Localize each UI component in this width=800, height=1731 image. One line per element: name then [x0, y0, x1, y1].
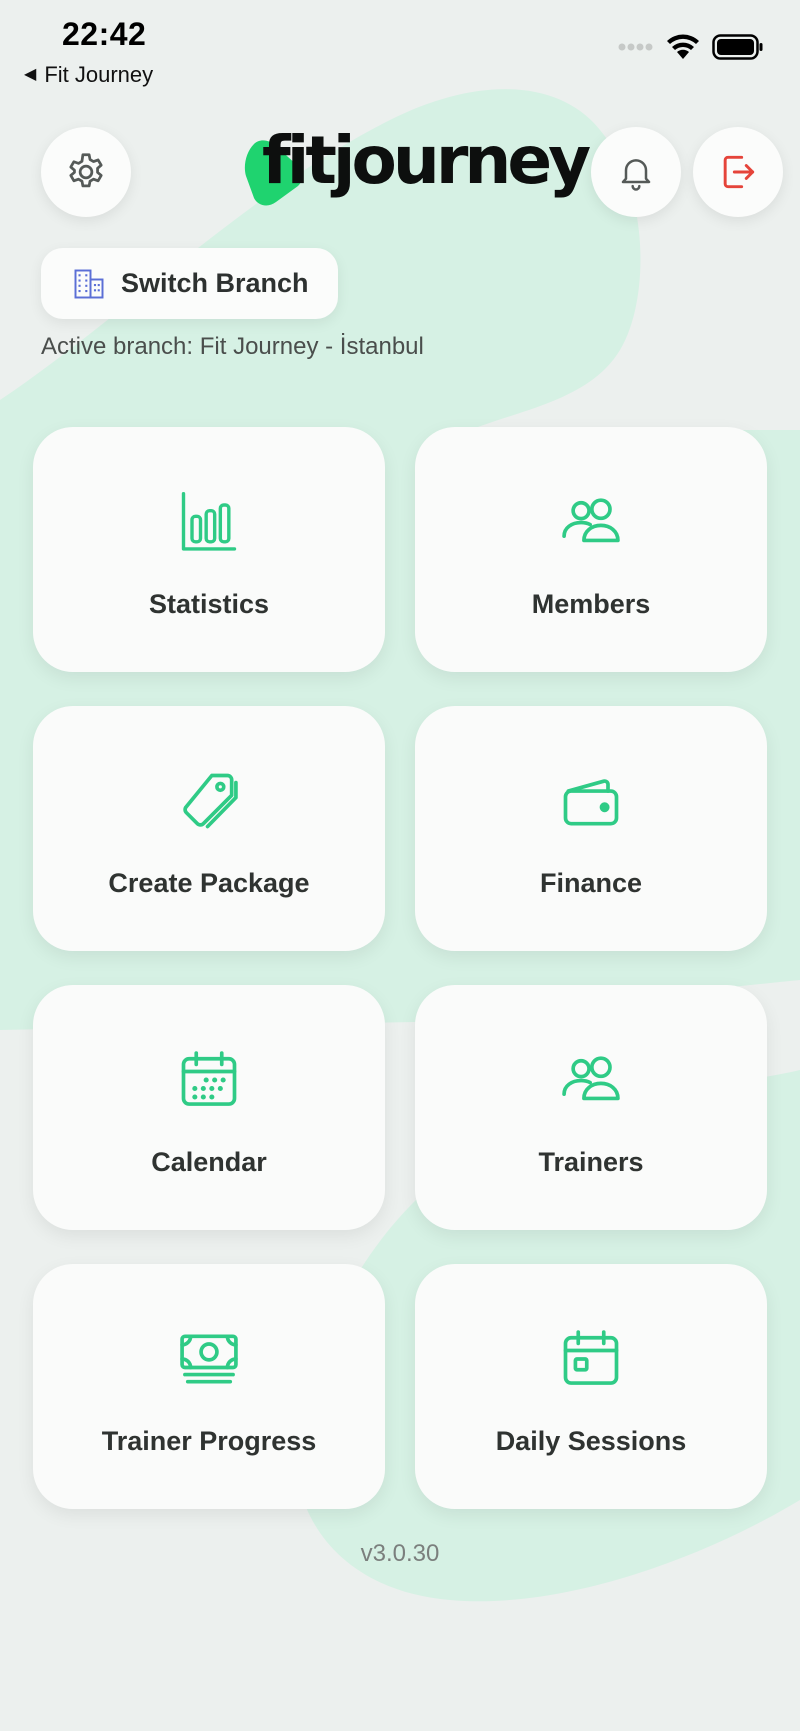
notifications-button[interactable]	[591, 127, 681, 217]
app-version: v3.0.30	[360, 1540, 440, 1567]
back-to-app-link[interactable]: ◀ Fit Journey	[24, 62, 153, 88]
back-link-label: Fit Journey	[44, 62, 154, 87]
users-icon	[562, 498, 620, 543]
daily-sessions-label: Daily Sessions	[495, 1426, 687, 1456]
users-icon	[562, 1056, 620, 1101]
signal-icon	[618, 43, 653, 51]
tag-icon	[183, 773, 238, 829]
switch-branch-button[interactable]: Switch Branch	[41, 248, 338, 319]
status-icons	[618, 34, 764, 60]
banknote-icon	[180, 1334, 238, 1384]
battery-icon	[712, 34, 763, 60]
daily-sessions-tile[interactable]: Daily Sessions	[415, 1264, 767, 1509]
logout-icon	[723, 155, 755, 189]
trainers-label: Trainers	[538, 1147, 644, 1177]
create-package-tile[interactable]: Create Package	[33, 706, 385, 951]
members-label: Members	[531, 589, 651, 619]
calendar-icon	[181, 1051, 237, 1106]
logo-text: fitjourney	[262, 122, 591, 199]
building-icon	[74, 269, 104, 298]
create-package-label: Create Package	[108, 868, 310, 898]
calendar-tile[interactable]: Calendar	[33, 985, 385, 1230]
menu-grid: Statistics Members Create Package Financ…	[33, 427, 768, 1509]
members-tile[interactable]: Members	[415, 427, 767, 672]
bar-chart-icon	[181, 491, 237, 551]
finance-label: Finance	[539, 868, 643, 898]
trainers-tile[interactable]: Trainers	[415, 985, 767, 1230]
trainer-progress-tile[interactable]: Trainer Progress	[33, 1264, 385, 1509]
statistics-label: Statistics	[148, 589, 270, 619]
status-time: 22:42	[62, 16, 147, 52]
back-triangle-icon: ◀	[24, 66, 37, 83]
settings-button[interactable]	[41, 127, 131, 217]
finance-tile[interactable]: Finance	[415, 706, 767, 951]
wifi-icon	[667, 34, 699, 59]
calendar-label: Calendar	[151, 1147, 267, 1177]
app-logo: fitjourney	[240, 128, 591, 212]
wallet-icon	[563, 779, 619, 826]
trainer-progress-label: Trainer Progress	[101, 1426, 317, 1456]
bell-icon	[621, 159, 651, 191]
active-branch-text: Active branch: Fit Journey - İstanbul	[41, 333, 424, 360]
calendar-day-icon	[563, 1330, 619, 1385]
logout-button[interactable]	[693, 127, 783, 217]
statistics-tile[interactable]: Statistics	[33, 427, 385, 672]
switch-branch-label: Switch Branch	[121, 268, 309, 298]
gear-icon	[69, 153, 103, 188]
